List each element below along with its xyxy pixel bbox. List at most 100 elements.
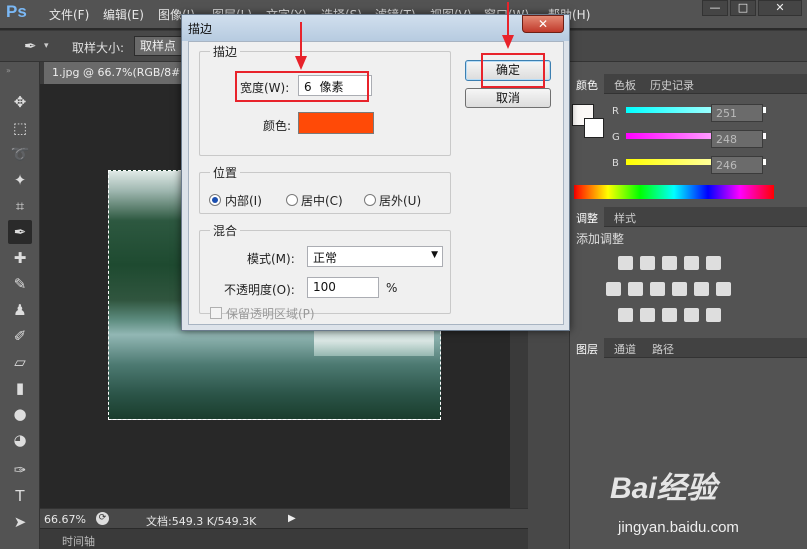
exposure-icon[interactable] xyxy=(684,256,699,270)
vibrance-icon[interactable] xyxy=(706,256,721,270)
tab-paths[interactable]: 路径 xyxy=(646,338,680,358)
eraser-tool-icon[interactable]: ▱ xyxy=(8,350,32,374)
healing-brush-tool-icon[interactable]: ✚ xyxy=(8,246,32,270)
tab-layers[interactable]: 图层 xyxy=(570,338,604,358)
green-value-input[interactable]: 248 xyxy=(711,130,763,148)
mode-select[interactable]: 正常 ▼ xyxy=(307,246,443,267)
color-balance-icon[interactable] xyxy=(628,282,643,296)
blend-group: 混合 模式(M): 正常 ▼ 不透明度(O): 100 % 保留透明区域(P) xyxy=(199,222,451,321)
tab-styles[interactable]: 样式 xyxy=(608,207,642,227)
width-highlight-box xyxy=(235,71,369,102)
channel-mixer-icon[interactable] xyxy=(694,282,709,296)
selective-color-icon[interactable] xyxy=(706,308,721,322)
type-tool-icon[interactable]: T xyxy=(8,484,32,508)
blue-value-input[interactable]: 246 xyxy=(711,156,763,174)
marquee-tool-icon[interactable]: ⬚ xyxy=(8,116,32,140)
brightness-icon[interactable] xyxy=(618,256,633,270)
mode-value: 正常 xyxy=(313,251,338,265)
stroke-color-swatch[interactable] xyxy=(298,112,374,134)
tab-color[interactable]: 颜色 xyxy=(570,74,604,94)
clone-stamp-tool-icon[interactable]: ♟ xyxy=(8,298,32,322)
minimize-button[interactable]: — xyxy=(702,0,728,16)
ok-arrow-line xyxy=(507,2,509,37)
blue-slider-label: B xyxy=(612,158,619,169)
history-brush-tool-icon[interactable]: ✐ xyxy=(8,324,32,348)
gradient-tool-icon[interactable]: ▮ xyxy=(8,376,32,400)
info-icon[interactable]: ⟳ xyxy=(96,512,109,525)
opacity-input[interactable]: 100 xyxy=(307,277,379,298)
invert-icon[interactable] xyxy=(618,308,633,322)
baidu-watermark-logo: Bai经验 xyxy=(610,472,717,505)
document-info: 文档:549.3 K/549.3K xyxy=(146,515,257,528)
pen-tool-icon[interactable]: ✑ xyxy=(8,458,32,482)
position-group-title: 位置 xyxy=(210,164,241,181)
color-panel-tabs: 颜色 色板 历史记录 xyxy=(570,74,807,94)
ok-arrow-head xyxy=(502,35,514,49)
eyedropper-icon[interactable]: ✒ xyxy=(24,37,37,55)
tab-history[interactable]: 历史记录 xyxy=(644,74,700,94)
add-adjustment-title: 添加调整 xyxy=(576,232,625,246)
status-arrow-icon[interactable]: ▶ xyxy=(288,513,296,524)
path-selection-tool-icon[interactable]: ➤ xyxy=(8,510,32,534)
cancel-button[interactable]: 取消 xyxy=(465,88,551,108)
tool-preset-chevron-icon[interactable]: ▾ xyxy=(44,41,49,51)
panel-collapse-icon[interactable]: » xyxy=(6,66,11,75)
color-label: 颜色: xyxy=(263,119,292,133)
tab-channels[interactable]: 通道 xyxy=(608,338,642,358)
mode-label: 模式(M): xyxy=(247,252,295,266)
background-color-swatch[interactable] xyxy=(584,118,604,138)
green-slider-label: G xyxy=(612,132,620,143)
position-inside-label[interactable]: 内部(I) xyxy=(225,192,262,209)
curves-icon[interactable] xyxy=(662,256,677,270)
crop-tool-icon[interactable]: ⌗ xyxy=(8,194,32,218)
zoom-level[interactable]: 66.67% xyxy=(44,513,86,526)
black-white-icon[interactable] xyxy=(650,282,665,296)
stroke-group: 描边 宽度(W): 6 像素 颜色: xyxy=(199,43,451,156)
photo-filter-icon[interactable] xyxy=(672,282,687,296)
ps-logo: Ps xyxy=(6,2,27,21)
dodge-tool-icon[interactable]: ◕ xyxy=(8,428,32,452)
position-outside-label[interactable]: 居外(U) xyxy=(379,192,421,209)
dialog-close-button[interactable]: ✕ xyxy=(522,15,564,33)
blur-tool-icon[interactable]: ● xyxy=(8,402,32,426)
sample-size-label: 取样大小: xyxy=(72,41,125,55)
tools-panel: » ✥ ⬚ ➰ ✦ ⌗ ✒ ✚ ✎ ♟ ✐ ▱ ▮ ● ◕ ✑ T ➤ xyxy=(0,62,40,549)
hue-saturation-icon[interactable] xyxy=(606,282,621,296)
tab-adjustments[interactable]: 调整 xyxy=(570,207,604,227)
position-center-radio[interactable] xyxy=(286,194,298,206)
photoshop-window: Ps 文件(F) 编辑(E) 图像(I) 图层(L) 文字(Y) 选择(S) 滤… xyxy=(0,0,807,549)
levels-icon[interactable] xyxy=(640,256,655,270)
color-lookup-icon[interactable] xyxy=(716,282,731,296)
red-value-input[interactable]: 251 xyxy=(711,104,763,122)
tab-swatches[interactable]: 色板 xyxy=(608,74,642,94)
baidu-watermark-url: jingyan.baidu.com xyxy=(618,519,739,536)
position-inside-radio[interactable] xyxy=(209,194,221,206)
chevron-down-icon: ▼ xyxy=(431,250,438,260)
position-outside-radio[interactable] xyxy=(364,194,376,206)
timeline-label[interactable]: 时间轴 xyxy=(62,533,95,549)
menu-edit[interactable]: 编辑(E) xyxy=(103,6,144,23)
color-spectrum-bar[interactable] xyxy=(574,185,774,199)
magic-wand-tool-icon[interactable]: ✦ xyxy=(8,168,32,192)
lasso-tool-icon[interactable]: ➰ xyxy=(8,142,32,166)
eyedropper-tool-icon[interactable]: ✒ xyxy=(8,220,32,244)
stroke-group-title: 描边 xyxy=(210,43,241,60)
preserve-transparency-checkbox[interactable] xyxy=(210,307,222,319)
width-arrow-line xyxy=(300,22,302,58)
posterize-icon[interactable] xyxy=(640,308,655,322)
red-slider-label: R xyxy=(612,106,619,117)
restore-button[interactable]: □ xyxy=(730,0,756,16)
menu-file[interactable]: 文件(F) xyxy=(49,6,89,23)
position-group: 位置 内部(I) 居中(C) 居外(U) xyxy=(199,164,451,214)
blend-group-title: 混合 xyxy=(210,222,241,239)
close-window-button[interactable]: ✕ xyxy=(758,0,802,16)
move-tool-icon[interactable]: ✥ xyxy=(8,90,32,114)
gradient-map-icon[interactable] xyxy=(684,308,699,322)
preserve-transparency-label: 保留透明区域(P) xyxy=(226,307,315,321)
threshold-icon[interactable] xyxy=(662,308,677,322)
document-tab[interactable]: 1.jpg @ 66.7%(RGB/8#) xyxy=(44,62,188,84)
status-bar: 66.67% ⟳ 文档:549.3 K/549.3K ▶ xyxy=(40,508,528,528)
sample-size-select[interactable]: 取样点 xyxy=(134,36,182,56)
position-center-label[interactable]: 居中(C) xyxy=(301,192,343,209)
brush-tool-icon[interactable]: ✎ xyxy=(8,272,32,296)
